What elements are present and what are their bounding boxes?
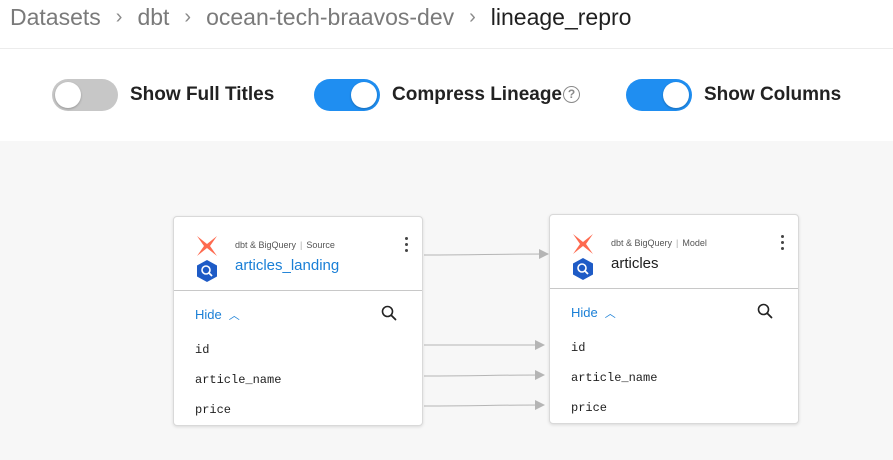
node-title-link[interactable]: articles_landing (235, 257, 339, 274)
columns-toolbar: Hide ︿ (174, 291, 422, 335)
lineage-node-model[interactable]: dbt & BigQuery | Model articles Hide ︿ id a… (549, 214, 799, 424)
column-row-id[interactable]: id (174, 335, 422, 365)
column-row-id[interactable]: id (550, 333, 798, 363)
toggle-knob (351, 82, 377, 108)
bigquery-icon (573, 258, 593, 280)
column-row-price[interactable]: price (174, 395, 422, 425)
node-header[interactable]: dbt & BigQuery | Model articles (550, 215, 798, 289)
edge-column-price (423, 400, 545, 411)
node-platform-logos (570, 232, 596, 280)
lineage-page: Datasets › dbt › ocean-tech-braavos-dev … (0, 0, 893, 460)
column-row-article-name[interactable]: article_name (174, 365, 422, 395)
breadcrumb-separator-icon: › (469, 5, 476, 28)
kebab-menu-icon[interactable] (781, 235, 785, 253)
node-subtype: Source (306, 240, 335, 250)
node-platform-logos (194, 234, 220, 282)
breadcrumb-current: lineage_repro (490, 3, 632, 30)
column-row-article-name[interactable]: article_name (550, 363, 798, 393)
chevron-up-icon: ︿ (228, 310, 240, 322)
node-platform: dbt & BigQuery (611, 238, 673, 248)
breadcrumb-datasets[interactable]: Datasets (10, 4, 101, 31)
show-columns-label: Show Columns (704, 84, 842, 105)
show-columns-toggle[interactable] (626, 79, 692, 111)
help-circle-icon[interactable]: ? (563, 86, 580, 103)
show-full-titles-toggle[interactable] (52, 79, 118, 111)
breadcrumb-project[interactable]: ocean-tech-braavos-dev (206, 4, 454, 31)
search-icon[interactable] (757, 303, 773, 319)
node-subtype: Model (682, 238, 707, 248)
chevron-up-icon: ︿ (604, 308, 616, 320)
node-header[interactable]: dbt & BigQuery | Source articles_landing (174, 217, 422, 291)
hide-columns-button[interactable]: Hide ︿ (195, 307, 240, 323)
column-row-price[interactable]: price (550, 393, 798, 423)
node-meta: dbt & BigQuery | Model (611, 238, 707, 248)
lineage-node-source[interactable]: dbt & BigQuery | Source articles_landing H… (173, 216, 423, 426)
node-platform: dbt & BigQuery (235, 240, 297, 250)
toggle-knob (663, 82, 689, 108)
dbt-logo-icon (573, 234, 593, 254)
node-meta: dbt & BigQuery | Source (235, 240, 335, 250)
compress-lineage-toggle[interactable] (314, 79, 380, 111)
breadcrumb-separator-icon: › (115, 5, 123, 28)
hide-columns-button[interactable]: Hide ︿ (571, 305, 616, 321)
edge-node-to-node (423, 249, 549, 260)
compress-lineage-label: Compress Lineage (392, 84, 562, 105)
dbt-logo-icon (197, 236, 217, 256)
edge-column-article-name (423, 370, 545, 381)
breadcrumb-separator-icon: › (184, 5, 192, 28)
kebab-menu-icon[interactable] (405, 237, 409, 255)
columns-toolbar: Hide ︿ (550, 289, 798, 333)
node-title[interactable]: articles (611, 255, 659, 272)
search-icon[interactable] (381, 305, 397, 321)
show-full-titles-label: Show Full Titles (130, 84, 275, 105)
hide-columns-label: Hide (195, 307, 222, 322)
toggle-knob (55, 82, 81, 108)
hide-columns-label: Hide (571, 305, 598, 320)
bigquery-icon (197, 260, 217, 282)
breadcrumb: Datasets › dbt › ocean-tech-braavos-dev … (10, 0, 631, 34)
breadcrumb-dbt[interactable]: dbt (137, 4, 169, 31)
